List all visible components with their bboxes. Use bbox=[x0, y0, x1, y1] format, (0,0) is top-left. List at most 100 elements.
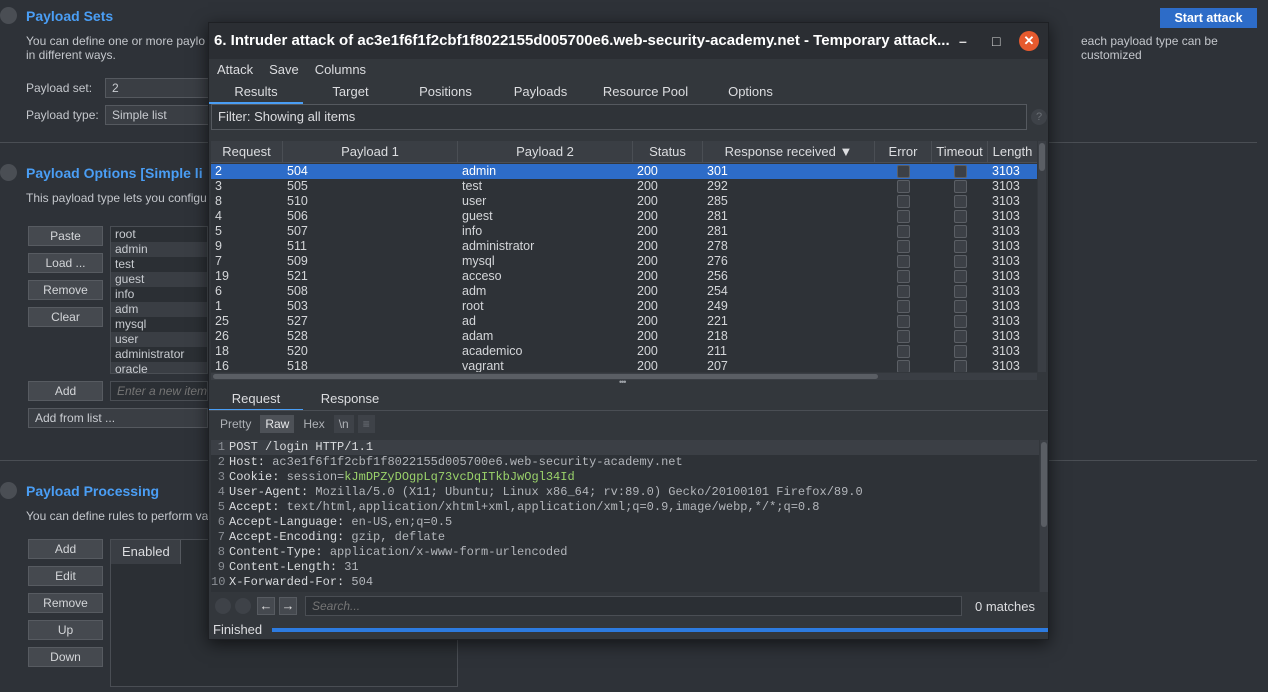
attack-status: Finished bbox=[213, 622, 263, 637]
cell-length: 3103 bbox=[992, 179, 1020, 193]
help-icon[interactable]: ? bbox=[1031, 109, 1047, 125]
column-payload2[interactable]: Payload 2 bbox=[458, 141, 633, 162]
list-item[interactable]: test bbox=[111, 257, 207, 272]
payload-options-title: Payload Options [Simple li bbox=[26, 165, 203, 181]
cell-p2: mysql bbox=[462, 254, 495, 268]
scrollbar-thumb[interactable] bbox=[1039, 143, 1045, 171]
menu-icon[interactable]: ≡ bbox=[357, 415, 375, 433]
column-error[interactable]: Error bbox=[875, 141, 932, 162]
list-item[interactable]: adm bbox=[111, 302, 207, 317]
add-rule-button[interactable]: Add bbox=[28, 539, 103, 559]
table-row[interactable]: 19 521 acceso 200 256 3103 bbox=[211, 269, 1037, 284]
table-row[interactable]: 6 508 adm 200 254 3103 bbox=[211, 284, 1037, 299]
table-row[interactable]: 9 511 administrator 200 278 3103 bbox=[211, 239, 1037, 254]
header-value: application/x-www-form-urlencoded bbox=[329, 545, 568, 559]
table-row[interactable]: 1 503 root 200 249 3103 bbox=[211, 299, 1037, 314]
list-item[interactable]: user bbox=[111, 332, 207, 347]
raw-button[interactable]: Raw bbox=[260, 415, 295, 433]
load-button[interactable]: Load ... bbox=[28, 253, 103, 273]
cell-p1: 527 bbox=[287, 314, 308, 328]
scrollbar-thumb[interactable] bbox=[213, 374, 878, 379]
edit-rule-button[interactable]: Edit bbox=[28, 566, 103, 586]
tab-target[interactable]: Target bbox=[303, 81, 398, 103]
table-row[interactable]: 5 507 info 200 281 3103 bbox=[211, 224, 1037, 239]
minimize-icon[interactable]: – bbox=[959, 23, 967, 59]
tab-payloads[interactable]: Payloads bbox=[493, 81, 588, 103]
up-rule-button[interactable]: Up bbox=[28, 620, 103, 640]
table-row[interactable]: 3 505 test 200 292 3103 bbox=[211, 179, 1037, 194]
paste-button[interactable]: Paste bbox=[28, 226, 103, 246]
error-checkbox bbox=[897, 210, 910, 223]
tab-request[interactable]: Request bbox=[209, 388, 303, 411]
cell-p2: ad bbox=[462, 314, 476, 328]
hex-button[interactable]: Hex bbox=[298, 415, 329, 433]
table-row[interactable]: 2 504 admin 200 301 3103 bbox=[211, 164, 1037, 179]
results-vertical-scrollbar[interactable] bbox=[1038, 141, 1046, 372]
add-from-list-select[interactable]: Add from list ... bbox=[28, 408, 208, 428]
column-request[interactable]: Request bbox=[211, 141, 283, 162]
enabled-column-header[interactable]: Enabled bbox=[111, 540, 181, 564]
menu-attack[interactable]: Attack bbox=[217, 59, 261, 81]
column-status[interactable]: Status bbox=[633, 141, 703, 162]
payload-list[interactable]: root admin test guest info adm mysql use… bbox=[110, 226, 208, 374]
newline-toggle[interactable]: \n bbox=[333, 415, 354, 433]
maximize-icon[interactable]: □ bbox=[992, 23, 1000, 59]
list-item[interactable]: mysql bbox=[111, 317, 207, 332]
table-row[interactable]: 18 520 academico 200 211 3103 bbox=[211, 344, 1037, 359]
scrollbar-thumb[interactable] bbox=[1041, 442, 1047, 527]
list-item[interactable]: guest bbox=[111, 272, 207, 287]
tab-resource-pool[interactable]: Resource Pool bbox=[588, 81, 703, 103]
search-input[interactable] bbox=[305, 596, 962, 616]
menu-columns[interactable]: Columns bbox=[315, 59, 374, 81]
column-timeout[interactable]: Timeout bbox=[932, 141, 988, 162]
column-length[interactable]: Length bbox=[988, 141, 1037, 162]
settings-icon[interactable] bbox=[235, 598, 251, 614]
tab-results[interactable]: Results bbox=[209, 81, 303, 104]
tab-positions[interactable]: Positions bbox=[398, 81, 493, 103]
table-row[interactable]: 4 506 guest 200 281 3103 bbox=[211, 209, 1037, 224]
cell-status: 200 bbox=[637, 314, 658, 328]
table-row[interactable]: 26 528 adam 200 218 3103 bbox=[211, 329, 1037, 344]
timeout-checkbox bbox=[953, 165, 967, 178]
help-icon[interactable] bbox=[0, 482, 17, 499]
column-response-received[interactable]: Response received ▼ bbox=[703, 141, 875, 162]
cell-p1: 511 bbox=[287, 239, 307, 253]
list-item[interactable]: info bbox=[111, 287, 207, 302]
timeout-checkbox bbox=[953, 255, 967, 268]
splitter-handle[interactable]: ••• bbox=[619, 377, 627, 387]
list-item[interactable]: oracle bbox=[111, 362, 207, 373]
table-row[interactable]: 8 510 user 200 285 3103 bbox=[211, 194, 1037, 209]
request-editor[interactable]: 1 POST /login HTTP/1.1 2 Host: ac3e1f6f1f2c… bbox=[211, 440, 1039, 592]
start-attack-button[interactable]: Start attack bbox=[1160, 8, 1257, 28]
table-row[interactable]: 16 518 vagrant 200 207 3103 bbox=[211, 359, 1037, 372]
remove-button[interactable]: Remove bbox=[28, 280, 103, 300]
new-item-input[interactable] bbox=[110, 381, 208, 401]
list-item[interactable]: admin bbox=[111, 242, 207, 257]
list-item[interactable]: root bbox=[111, 227, 207, 242]
help-icon[interactable] bbox=[215, 598, 231, 614]
add-item-button[interactable]: Add bbox=[28, 381, 103, 401]
remove-rule-button[interactable]: Remove bbox=[28, 593, 103, 613]
table-row[interactable]: 25 527 ad 200 221 3103 bbox=[211, 314, 1037, 329]
cell-timeout bbox=[932, 224, 988, 239]
tab-response[interactable]: Response bbox=[303, 388, 397, 410]
down-rule-button[interactable]: Down bbox=[28, 647, 103, 667]
payload-type-select[interactable]: Simple list bbox=[105, 105, 209, 125]
help-icon[interactable] bbox=[0, 7, 17, 24]
filter-bar[interactable]: Filter: Showing all items bbox=[211, 104, 1027, 130]
tab-options[interactable]: Options bbox=[703, 81, 798, 103]
clear-button[interactable]: Clear bbox=[28, 307, 103, 327]
window-titlebar[interactable]: 6. Intruder attack of ac3e1f6f1f2cbf1f80… bbox=[209, 23, 1048, 59]
next-match-icon[interactable]: → bbox=[279, 597, 297, 615]
previous-match-icon[interactable]: ← bbox=[257, 597, 275, 615]
list-item[interactable]: administrator bbox=[111, 347, 207, 362]
help-icon[interactable] bbox=[0, 164, 17, 181]
menu-save[interactable]: Save bbox=[269, 59, 307, 81]
close-icon[interactable]: ✕ bbox=[1019, 31, 1039, 51]
column-payload1[interactable]: Payload 1 bbox=[283, 141, 458, 162]
cell-resp: 285 bbox=[707, 194, 728, 208]
pretty-button[interactable]: Pretty bbox=[215, 415, 256, 433]
table-row[interactable]: 7 509 mysql 200 276 3103 bbox=[211, 254, 1037, 269]
editor-vertical-scrollbar[interactable] bbox=[1040, 440, 1048, 592]
payload-set-select[interactable]: 2 bbox=[105, 78, 209, 98]
